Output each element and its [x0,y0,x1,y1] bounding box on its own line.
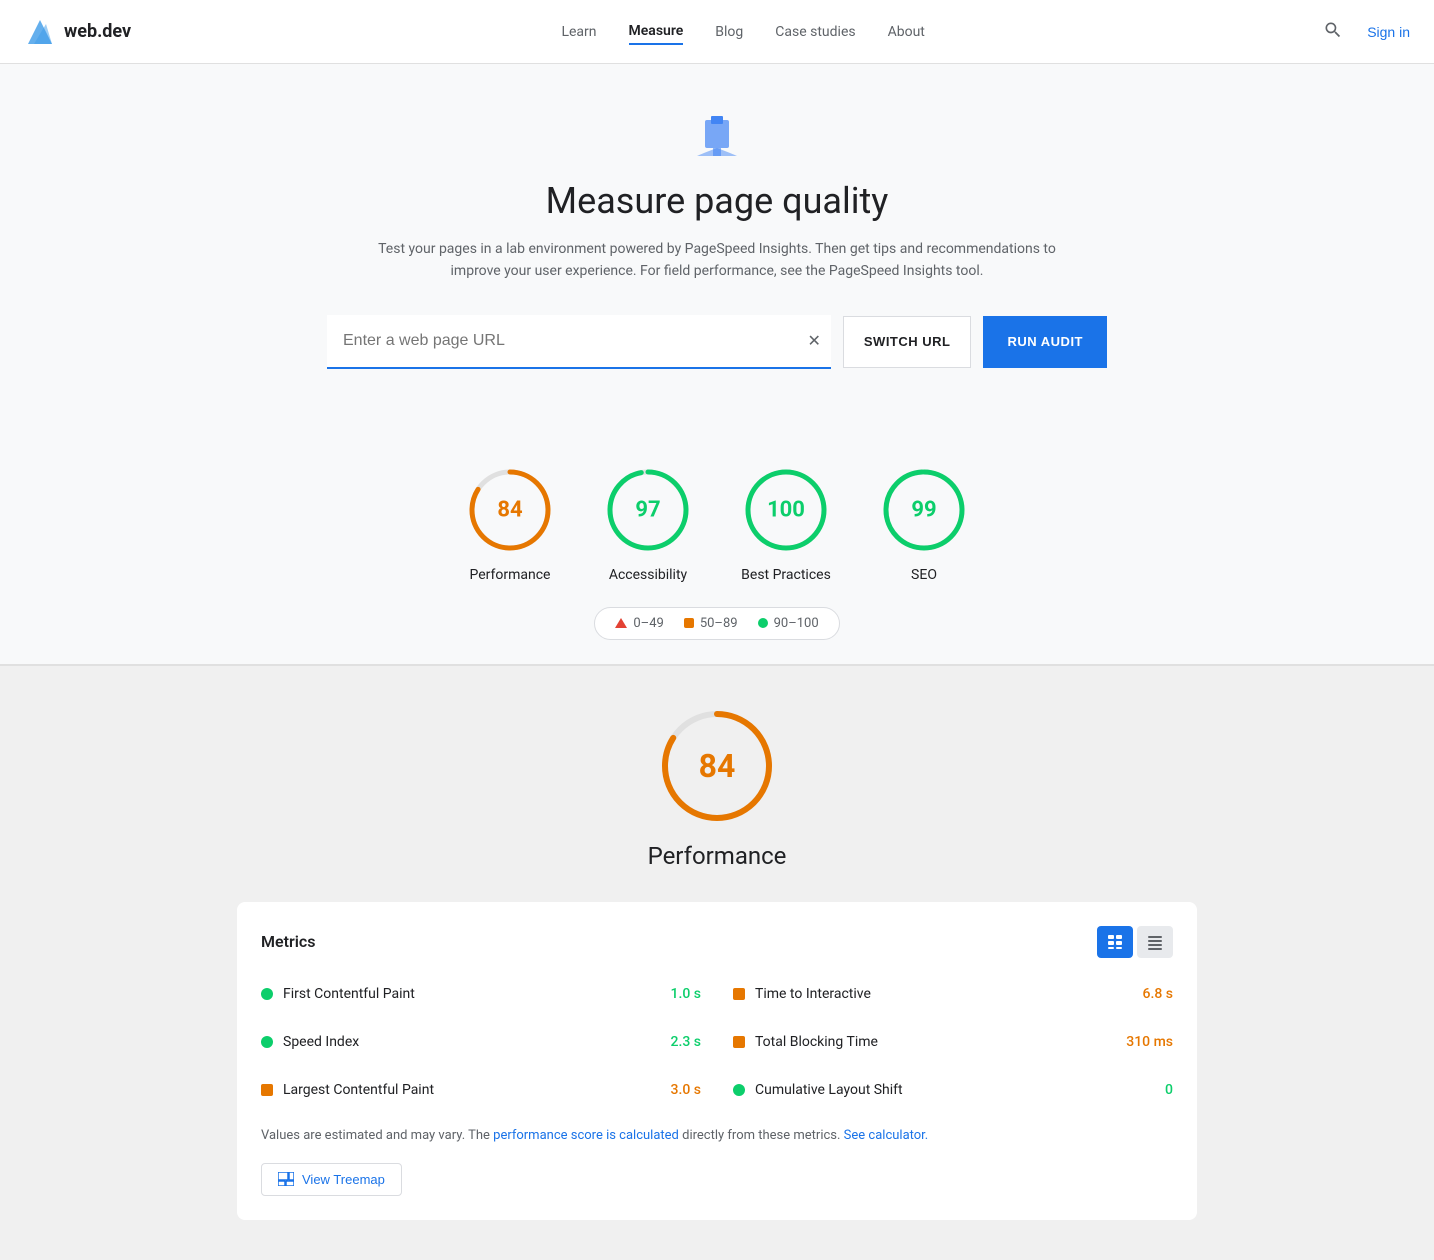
lighthouse-logo [685,112,749,160]
search-button[interactable] [1315,12,1351,51]
url-input-row: ✕ SWITCH URL RUN AUDIT [327,315,1107,369]
metrics-title: Metrics [261,932,315,951]
metrics-card: Metrics [237,902,1197,1220]
accessibility-label: Accessibility [609,567,687,583]
nav-learn[interactable]: Learn [561,20,596,44]
legend-average-range: 50–89 [700,616,738,631]
sign-in-button[interactable]: Sign in [1367,24,1410,40]
metric-cls: Cumulative Layout Shift 0 [733,1074,1173,1106]
lcp-name: Largest Contentful Paint [283,1082,661,1098]
legend-fail: 0–49 [615,616,663,631]
performance-detail-title: Performance [237,842,1197,870]
list-view-icon [1147,934,1163,950]
cls-name: Cumulative Layout Shift [755,1082,1155,1098]
hero-section: Measure page quality Test your pages in … [0,64,1434,433]
metric-fcp: First Contentful Paint 1.0 s [261,978,701,1010]
performance-label: Performance [470,567,551,583]
switch-url-button[interactable]: SWITCH URL [843,316,972,368]
treemap-btn-label: View Treemap [302,1172,385,1187]
calculator-link[interactable]: See calculator. [844,1128,929,1143]
lcp-indicator [261,1084,273,1096]
fcp-indicator [261,988,273,1000]
url-input-wrapper: ✕ [327,315,831,369]
performance-detail-score: 84 [699,747,736,785]
legend-triangle-icon [615,618,627,628]
legend-fail-range: 0–49 [633,616,663,631]
logo[interactable]: web.dev [24,16,131,48]
fcp-name: First Contentful Paint [283,986,661,1002]
best-practices-score: 100 [767,497,805,522]
url-clear-button[interactable]: ✕ [807,331,820,351]
best-practices-label: Best Practices [741,567,831,583]
run-audit-button[interactable]: RUN AUDIT [983,316,1107,368]
tbt-value: 310 ms [1126,1034,1173,1050]
nav-links: Learn Measure Blog Case studies About [171,19,1315,45]
view-detailed-button[interactable] [1097,926,1133,958]
view-simple-button[interactable] [1137,926,1173,958]
search-icon [1323,20,1343,40]
nav-measure[interactable]: Measure [629,19,684,45]
nav-blog[interactable]: Blog [715,20,743,44]
tti-value: 6.8 s [1143,986,1174,1002]
score-legend: 0–49 50–89 90–100 [594,607,839,640]
score-seo[interactable]: 99 SEO [879,465,969,583]
nav-case-studies[interactable]: Case studies [775,20,855,44]
navigation: web.dev Learn Measure Blog Case studies … [0,0,1434,64]
hero-title: Measure page quality [24,180,1410,222]
treemap-icon [278,1172,294,1186]
metric-lcp: Largest Contentful Paint 3.0 s [261,1074,701,1106]
hero-description: Test your pages in a lab environment pow… [377,238,1057,283]
legend-average: 50–89 [684,616,738,631]
performance-score-wrap: 84 Performance [237,706,1197,870]
score-best-practices[interactable]: 100 Best Practices [741,465,831,583]
metric-tbt: Total Blocking Time 310 ms [733,1026,1173,1058]
tti-name: Time to Interactive [755,986,1133,1002]
si-indicator [261,1036,273,1048]
logo-icon [24,16,56,48]
si-value: 2.3 s [671,1034,702,1050]
nav-about[interactable]: About [888,20,925,44]
seo-circle: 99 [879,465,969,555]
tti-indicator [733,988,745,1000]
metrics-note-text: Values are estimated and may vary. The [261,1128,493,1143]
metrics-grid: First Contentful Paint 1.0 s Time to Int… [261,978,1173,1106]
seo-score: 99 [911,497,936,522]
metric-tti: Time to Interactive 6.8 s [733,978,1173,1010]
legend-dot-icon [758,618,768,628]
scores-row: 84 Performance 97 Accessibility [24,465,1410,583]
accessibility-circle: 97 [603,465,693,555]
cls-indicator [733,1084,745,1096]
legend-square-icon [684,618,694,628]
score-performance[interactable]: 84 Performance [465,465,555,583]
legend-pass-range: 90–100 [774,616,819,631]
si-name: Speed Index [283,1034,661,1050]
tbt-indicator [733,1036,745,1048]
metric-si: Speed Index 2.3 s [261,1026,701,1058]
tbt-name: Total Blocking Time [755,1034,1116,1050]
perf-score-link[interactable]: performance score is calculated [493,1128,679,1143]
metrics-note: Values are estimated and may vary. The p… [261,1126,1173,1147]
logo-text: web.dev [64,21,131,42]
metrics-view-toggle [1097,926,1173,958]
metrics-header: Metrics [261,926,1173,958]
best-practices-circle: 100 [741,465,831,555]
performance-detail-circle: 84 [657,706,777,826]
performance-inner: 84 Performance Metrics [237,706,1197,1220]
accessibility-score: 97 [635,497,660,522]
lcp-value: 3.0 s [671,1082,702,1098]
score-accessibility[interactable]: 97 Accessibility [603,465,693,583]
performance-section: 84 Performance Metrics [0,666,1434,1260]
legend-pass: 90–100 [758,616,819,631]
seo-label: SEO [911,567,937,583]
scores-section: 84 Performance 97 Accessibility [0,433,1434,665]
url-input[interactable] [327,315,831,367]
nav-right: Sign in [1315,12,1410,51]
performance-score: 84 [497,497,522,522]
metrics-note-mid: directly from these metrics. [682,1128,844,1143]
grid-view-icon [1107,934,1123,950]
view-treemap-button[interactable]: View Treemap [261,1163,402,1196]
performance-circle: 84 [465,465,555,555]
fcp-value: 1.0 s [671,986,702,1002]
cls-value: 0 [1165,1082,1173,1098]
